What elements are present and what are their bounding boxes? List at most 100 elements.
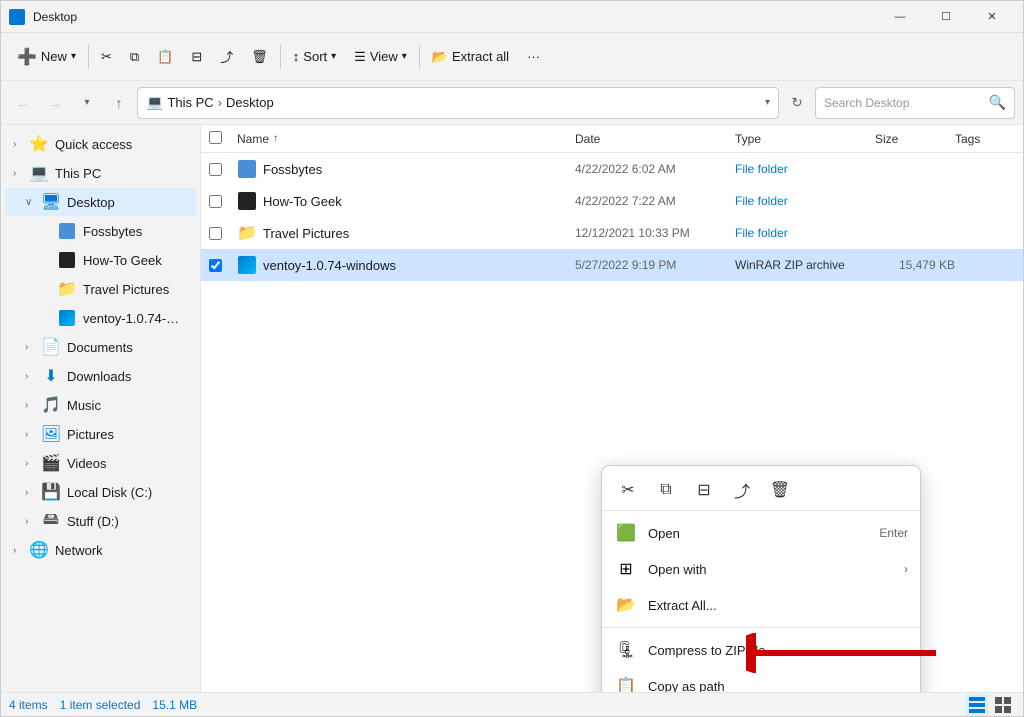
back-button[interactable]: ← bbox=[9, 89, 37, 117]
extract-all-button[interactable]: 📂 Extract all bbox=[424, 39, 517, 75]
search-box[interactable]: Search Desktop 🔍 bbox=[815, 87, 1015, 119]
fossbytes-type: File folder bbox=[735, 162, 875, 176]
select-all-checkbox[interactable] bbox=[209, 131, 222, 144]
check-ventoy[interactable] bbox=[209, 259, 237, 272]
ctx-extract-all[interactable]: 📂 Extract All... bbox=[602, 587, 920, 623]
address-bar: ← → ▾ ↑ 💻 This PC › Desktop ▾ ↻ Search D… bbox=[1, 81, 1023, 125]
file-row-travel[interactable]: 📁 Travel Pictures 12/12/2021 10:33 PM Fi… bbox=[201, 217, 1023, 249]
check-howto[interactable] bbox=[209, 195, 237, 208]
name-ventoy: ventoy-1.0.74-windows bbox=[263, 258, 575, 273]
ctx-cut-button[interactable]: ✂ bbox=[610, 474, 646, 506]
travel-type: File folder bbox=[735, 226, 875, 240]
large-icons-view-button[interactable] bbox=[991, 694, 1015, 716]
share-button[interactable]: ⤴ bbox=[212, 39, 241, 75]
selected-info: 1 item selected bbox=[60, 698, 141, 712]
checkbox-ventoy[interactable] bbox=[209, 259, 222, 272]
window-icon bbox=[9, 9, 25, 25]
forward-button[interactable]: → bbox=[41, 89, 69, 117]
sidebar-item-ventoy[interactable]: ventoy-1.0.74-win... bbox=[5, 304, 196, 332]
header-date[interactable]: Date bbox=[575, 132, 735, 146]
ctx-delete-button[interactable]: 🗑 bbox=[762, 474, 798, 506]
sidebar-label-pictures: Pictures bbox=[67, 427, 114, 442]
cut-button[interactable]: ✂ bbox=[93, 39, 120, 75]
header-type[interactable]: Type bbox=[735, 132, 875, 146]
howto-date: 4/22/2022 7:22 AM bbox=[575, 194, 735, 208]
ctx-open-with[interactable]: ⊞ Open with › bbox=[602, 551, 920, 587]
sort-button[interactable]: ↕ Sort ▾ bbox=[285, 39, 344, 75]
sidebar-item-documents[interactable]: › 📄 Documents bbox=[5, 333, 196, 361]
music-icon: 🎵 bbox=[41, 395, 61, 415]
paste-button[interactable]: 📋 bbox=[149, 39, 181, 75]
address-input[interactable]: 💻 This PC › Desktop ▾ bbox=[137, 87, 779, 119]
sidebar-item-travel[interactable]: 📁 Travel Pictures bbox=[5, 275, 196, 303]
recent-button[interactable]: ▾ bbox=[73, 89, 101, 117]
howto-icon bbox=[57, 250, 77, 270]
checkbox-travel[interactable] bbox=[209, 227, 222, 240]
expand-spacer-8: › bbox=[25, 429, 41, 440]
fossbytes-date: 4/22/2022 6:02 AM bbox=[575, 162, 735, 176]
check-travel[interactable] bbox=[209, 227, 237, 240]
details-view-button[interactable] bbox=[965, 694, 989, 716]
expand-icon-pc: › bbox=[13, 168, 29, 179]
file-list-header: Name ↑ Date Type Size Tags bbox=[201, 125, 1023, 153]
sidebar-item-music[interactable]: › 🎵 Music bbox=[5, 391, 196, 419]
file-row-howto[interactable]: How-To Geek 4/22/2022 7:22 AM File folde… bbox=[201, 185, 1023, 217]
header-name[interactable]: Name ↑ bbox=[237, 132, 575, 146]
copy-button[interactable]: ⧉ bbox=[122, 39, 147, 75]
file-row-ventoy[interactable]: ventoy-1.0.74-windows 5/27/2022 9:19 PM … bbox=[201, 249, 1023, 281]
close-button[interactable]: ✕ bbox=[969, 1, 1015, 33]
maximize-button[interactable]: ☐ bbox=[923, 1, 969, 33]
header-tags[interactable]: Tags bbox=[955, 132, 1015, 146]
refresh-button[interactable]: ↻ bbox=[783, 89, 811, 117]
cut-icon: ✂ bbox=[101, 49, 112, 65]
sidebar-item-quick-access[interactable]: › ⭐ Quick access bbox=[5, 130, 196, 158]
sidebar-item-this-pc[interactable]: › 💻 This PC bbox=[5, 159, 196, 187]
sidebar-label-music: Music bbox=[67, 398, 101, 413]
toolbar-sep-3 bbox=[419, 45, 420, 69]
file-list: Name ↑ Date Type Size Tags Fossbytes 4/2… bbox=[201, 125, 1023, 692]
ctx-copy-button[interactable]: ⧉ bbox=[648, 474, 684, 506]
toolbar: ➕ New ▾ ✂ ⧉ 📋 ⊟ ⤴ 🗑 ↕ Sort ▾ ☰ bbox=[1, 33, 1023, 81]
sidebar-item-desktop[interactable]: ∨ 🖥 Desktop bbox=[5, 188, 196, 216]
ventoy-sidebar-icon bbox=[57, 308, 77, 328]
minimize-button[interactable]: — bbox=[877, 1, 923, 33]
sidebar-item-network[interactable]: › 🌐 Network bbox=[5, 536, 196, 564]
extract-icon: 📂 bbox=[432, 49, 448, 65]
sidebar-item-stuff[interactable]: › 🖴 Stuff (D:) bbox=[5, 507, 196, 535]
check-fossbytes[interactable] bbox=[209, 163, 237, 176]
sidebar-item-downloads[interactable]: › ⬇ Downloads bbox=[5, 362, 196, 390]
ctx-share-button[interactable]: ⤴ bbox=[724, 474, 760, 506]
sidebar-item-pictures[interactable]: › 🖼 Pictures bbox=[5, 420, 196, 448]
toolbar-sep-1 bbox=[88, 45, 89, 69]
fossbytes-icon bbox=[57, 221, 77, 241]
view-button[interactable]: ☰ View ▾ bbox=[346, 39, 415, 75]
new-button[interactable]: ➕ New ▾ bbox=[9, 39, 84, 75]
fossbytes-file-icon bbox=[237, 159, 257, 179]
main-content: › ⭐ Quick access › 💻 This PC ∨ 🖥 Desktop… bbox=[1, 125, 1023, 692]
checkbox-fossbytes[interactable] bbox=[209, 163, 222, 176]
checkbox-howto[interactable] bbox=[209, 195, 222, 208]
expand-spacer-5: › bbox=[25, 342, 41, 353]
sidebar-label-travel: Travel Pictures bbox=[83, 282, 169, 297]
more-button[interactable]: ··· bbox=[519, 39, 548, 75]
breadcrumb-desktop: Desktop bbox=[226, 95, 274, 110]
header-check[interactable] bbox=[209, 131, 237, 147]
sidebar-item-fossbytes[interactable]: Fossbytes bbox=[5, 217, 196, 245]
sidebar-item-local-disk[interactable]: › 💾 Local Disk (C:) bbox=[5, 478, 196, 506]
ctx-rename-button[interactable]: ⊟ bbox=[686, 474, 722, 506]
window-controls: — ☐ ✕ bbox=[877, 1, 1015, 33]
file-row-fossbytes[interactable]: Fossbytes 4/22/2022 6:02 AM File folder bbox=[201, 153, 1023, 185]
network-icon: 🌐 bbox=[29, 540, 49, 560]
ctx-open-with-icon: ⊞ bbox=[614, 557, 638, 581]
delete-button[interactable]: 🗑 bbox=[243, 39, 276, 75]
name-travel: Travel Pictures bbox=[263, 226, 575, 241]
expand-icon-desktop: ∨ bbox=[25, 197, 41, 208]
rename-button[interactable]: ⊟ bbox=[183, 39, 210, 75]
ctx-open[interactable]: 🟩 Open Enter bbox=[602, 515, 920, 551]
more-icon: ··· bbox=[527, 49, 540, 64]
header-size[interactable]: Size bbox=[875, 132, 955, 146]
sidebar-item-howto[interactable]: How-To Geek bbox=[5, 246, 196, 274]
up-button[interactable]: ↑ bbox=[105, 89, 133, 117]
sidebar-item-videos[interactable]: › 🎬 Videos bbox=[5, 449, 196, 477]
travel-folder-icon: 📁 bbox=[57, 279, 77, 299]
